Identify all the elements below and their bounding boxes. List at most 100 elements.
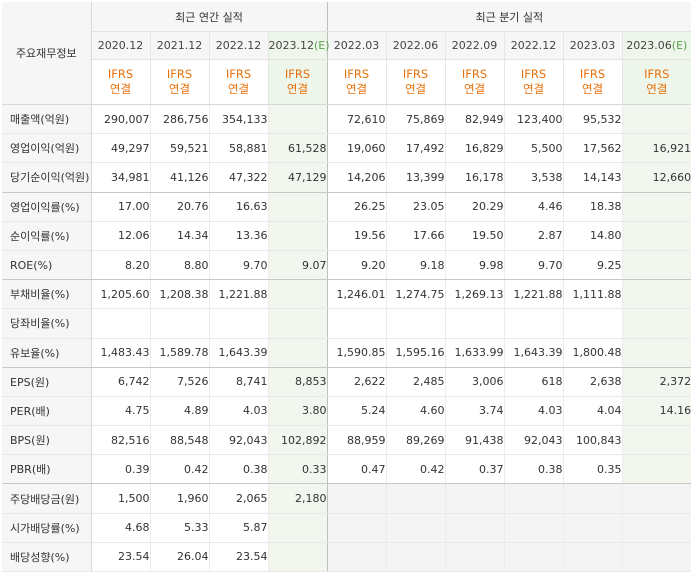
value-cell: 4.75 [90,396,150,427]
value-cell: 1,500 [90,483,150,514]
value-cell [326,308,387,339]
value-cell: 1,589.78 [149,338,209,368]
value-cell [621,308,692,339]
row-label: 당기순이익(억원) [2,162,92,193]
value-cell: 1,960 [149,483,209,514]
value-cell: 1,590.85 [326,338,387,368]
value-cell [562,308,623,339]
value-cell: 102,892 [267,425,328,456]
ifrs-header-row: IFRS 연결 IFRS 연결 IFRS 연결 IFRS 연결 IFRS 연결 IFRS 연결 IFRS… [2,59,692,105]
value-cell: 26.04 [149,542,209,572]
value-cell: 290,007 [90,104,150,135]
value-cell: 95,532 [562,104,623,135]
value-cell [90,308,150,339]
value-cell: 0.42 [385,454,446,485]
value-cell: 23.54 [90,542,150,572]
ifrs-label: IFRS [284,67,311,81]
value-cell: 12,660 [621,162,692,193]
value-cell [562,542,623,572]
value-cell [385,483,446,514]
value-cell: 7,526 [149,367,209,397]
value-cell [326,542,387,572]
value-cell: 47,129 [267,162,328,193]
value-cell: 1,483.43 [90,338,150,368]
ifrs-label: IFRS [644,67,670,81]
value-cell: 8,741 [208,367,268,397]
period-header: 2020.12 [90,31,150,60]
value-cell [444,542,505,572]
value-cell [621,279,692,310]
value-cell: 16,921 [621,133,692,164]
value-cell [621,104,692,135]
period-label: 2022.12 [215,39,262,52]
table-row: EPS(원) 6,742 7,526 8,741 8,853 2,622 2,485 3,00… [2,367,692,397]
value-cell: 1,643.39 [208,338,268,368]
table-row: PER(배) 4.75 4.89 4.03 3.80 5.24 4.60 3.74 4.03 4.… [2,396,692,427]
value-cell: 1,643.39 [503,338,564,368]
value-cell [444,308,505,339]
value-cell: 3,538 [503,162,564,193]
value-cell: 2,065 [208,483,268,514]
value-cell [267,192,328,222]
value-cell [503,513,564,543]
ifrs-label: IFRS [166,67,193,81]
value-cell: 1,111.88 [562,279,623,310]
value-cell: 4.04 [562,396,623,427]
value-cell: 20.76 [149,192,209,222]
value-cell: 1,595.16 [385,338,446,368]
value-cell: 1,205.60 [90,279,150,310]
value-cell: 91,438 [444,425,505,456]
value-cell [621,513,692,543]
value-cell [149,308,209,339]
value-cell: 4.68 [90,513,150,543]
value-cell: 82,516 [90,425,150,456]
value-cell: 12.06 [90,221,150,251]
consolidated-label: 연결 [581,82,604,96]
value-cell: 1,274.75 [385,279,446,310]
table-row: 유보율(%) 1,483.43 1,589.78 1,643.39 1,590.85 1,… [2,338,692,368]
value-cell: 8.80 [149,250,209,281]
value-cell: 2,180 [267,483,328,514]
ifrs-basis-header: IFRS 연결 [208,59,268,105]
consolidated-label: 연결 [345,82,368,96]
value-cell [562,483,623,514]
value-cell: 92,043 [208,425,268,456]
value-cell: 61,528 [267,133,328,164]
value-cell [621,192,692,222]
ifrs-basis-header: IFRS 연결 [90,59,150,105]
value-cell: 1,269.13 [444,279,505,310]
estimate-mark: (E) [314,39,330,52]
value-cell: 1,246.01 [326,279,387,310]
value-cell: 1,208.38 [149,279,209,310]
row-label: 부채비율(%) [2,279,92,310]
row-label: PER(배) [2,396,92,427]
row-label: PBR(배) [2,454,92,485]
value-cell: 49,297 [90,133,150,164]
value-cell: 72,610 [326,104,387,135]
value-cell: 1,633.99 [444,338,505,368]
value-cell [208,308,268,339]
value-cell [621,250,692,281]
value-cell [621,542,692,572]
table-row: 당좌비율(%) [2,308,692,339]
value-cell: 6,742 [90,367,150,397]
ifrs-basis-header: IFRS 연결 [562,59,623,105]
value-cell: 0.37 [444,454,505,485]
value-cell: 354,133 [208,104,268,135]
value-cell: 8.20 [90,250,150,281]
period-header: 2022.03 [326,31,387,60]
value-cell [267,338,328,368]
value-cell: 4.03 [503,396,564,427]
table-row: 매출액(억원) 290,007 286,756 354,133 72,610 75,869… [2,104,692,135]
ifrs-basis-header: IFRS 연결 [149,59,209,105]
value-cell: 20.29 [444,192,505,222]
value-cell [326,513,387,543]
value-cell: 9.70 [503,250,564,281]
value-cell: 13.36 [208,221,268,251]
period-label: 2022.06 [392,39,439,52]
row-label: 시가배당률(%) [2,513,92,543]
value-cell: 82,949 [444,104,505,135]
value-cell: 9.20 [326,250,387,281]
value-cell: 88,548 [149,425,209,456]
row-label: 영업이익(억원) [2,133,92,164]
